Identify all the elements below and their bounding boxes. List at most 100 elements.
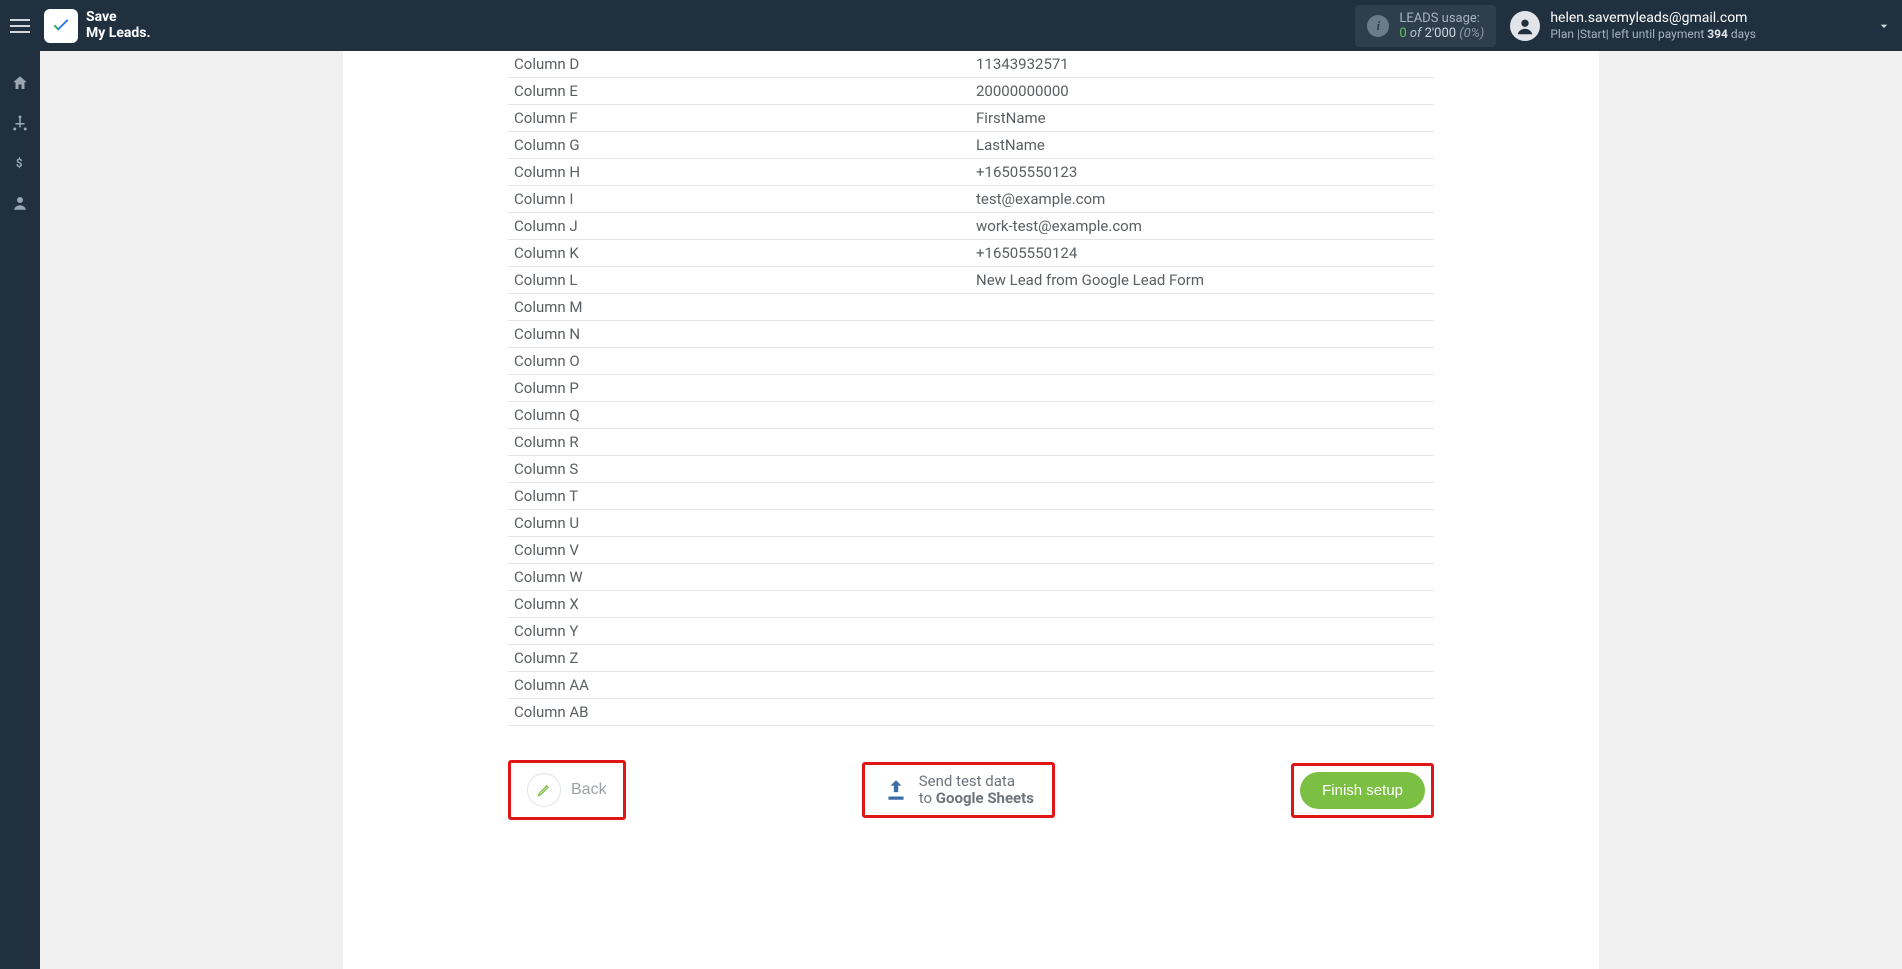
column-key: Column U [508, 510, 970, 536]
send-test-target: Google Sheets [936, 789, 1034, 807]
brand-logo[interactable] [44, 9, 78, 43]
brand-line1: Save [86, 9, 117, 25]
table-row: Column W [508, 564, 1434, 591]
leads-label: LEADS usage: [1399, 11, 1484, 26]
back-button[interactable]: Back [517, 769, 617, 811]
table-row: Column D11343932571 [508, 51, 1434, 78]
column-value [970, 618, 1434, 644]
table-row: Column K+16505550124 [508, 240, 1434, 267]
plan-days: 394 [1707, 27, 1728, 41]
table-row: Column Y [508, 618, 1434, 645]
table-row: Column O [508, 348, 1434, 375]
column-value [970, 672, 1434, 698]
column-value: FirstName [970, 105, 1434, 131]
column-value [970, 591, 1434, 617]
table-row: Column N [508, 321, 1434, 348]
column-value: +16505550123 [970, 159, 1434, 185]
send-test-line1: Send test data [919, 773, 1034, 790]
column-key: Column D [508, 51, 970, 77]
column-key: Column AB [508, 699, 970, 725]
column-value [970, 510, 1434, 536]
table-row: Column E20000000000 [508, 78, 1434, 105]
table-row: Column Jwork-test@example.com [508, 213, 1434, 240]
highlight-send-test: Send test data to Google Sheets [862, 762, 1055, 819]
user-plan: Plan |Start| left until payment 394 days [1550, 27, 1756, 41]
brand-line2: My Leads. [86, 26, 151, 41]
sidebar: $ [0, 51, 40, 969]
send-test-prefix: to [919, 789, 936, 807]
column-value [970, 564, 1434, 590]
leads-percent: (0%) [1456, 26, 1484, 41]
leads-usage-badge[interactable]: i LEADS usage: 0 of 2'000 (0%) [1355, 5, 1496, 47]
column-key: Column H [508, 159, 970, 185]
connections-icon[interactable] [10, 113, 30, 133]
table-row: Column P [508, 375, 1434, 402]
column-key: Column Z [508, 645, 970, 671]
table-row: Column Z [508, 645, 1434, 672]
column-value: test@example.com [970, 186, 1434, 212]
column-key: Column O [508, 348, 970, 374]
billing-icon[interactable]: $ [10, 153, 30, 173]
column-key: Column P [508, 375, 970, 401]
svg-text:$: $ [16, 156, 23, 170]
column-key: Column L [508, 267, 970, 293]
column-value [970, 456, 1434, 482]
column-key: Column E [508, 78, 970, 104]
highlight-finish: Finish setup [1291, 763, 1434, 818]
table-row: Column LNew Lead from Google Lead Form [508, 267, 1434, 294]
column-value: New Lead from Google Lead Form [970, 267, 1434, 293]
column-value [970, 348, 1434, 374]
leads-current: 0 [1399, 26, 1406, 41]
leads-total: 2'000 [1425, 26, 1457, 41]
setup-panel: Column D11343932571Column E20000000000Co… [343, 51, 1599, 969]
column-key: Column I [508, 186, 970, 212]
column-key: Column G [508, 132, 970, 158]
table-row: Column Itest@example.com [508, 186, 1434, 213]
column-key: Column J [508, 213, 970, 239]
column-value [970, 645, 1434, 671]
column-value: LastName [970, 132, 1434, 158]
column-value [970, 321, 1434, 347]
column-key: Column Y [508, 618, 970, 644]
column-value [970, 699, 1434, 725]
table-row: Column X [508, 591, 1434, 618]
back-label: Back [571, 781, 607, 799]
table-row: Column T [508, 483, 1434, 510]
table-row: Column R [508, 429, 1434, 456]
column-key: Column W [508, 564, 970, 590]
column-key: Column K [508, 240, 970, 266]
table-row: Column V [508, 537, 1434, 564]
upload-icon [883, 777, 909, 803]
table-row: Column M [508, 294, 1434, 321]
home-icon[interactable] [10, 73, 30, 93]
highlight-back: Back [508, 760, 626, 820]
table-row: Column AA [508, 672, 1434, 699]
finish-setup-button[interactable]: Finish setup [1300, 772, 1425, 809]
top-bar: Save My Leads. i LEADS usage: 0 of 2'000… [0, 0, 1902, 51]
column-mapping-table: Column D11343932571Column E20000000000Co… [508, 51, 1434, 726]
column-value [970, 402, 1434, 428]
column-key: Column AA [508, 672, 970, 698]
column-value [970, 483, 1434, 509]
plan-days-suffix: days [1728, 27, 1756, 41]
column-key: Column S [508, 456, 970, 482]
main-content: Column D11343932571Column E20000000000Co… [40, 51, 1902, 969]
avatar-icon [1510, 11, 1540, 41]
column-value: work-test@example.com [970, 213, 1434, 239]
column-key: Column Q [508, 402, 970, 428]
account-icon[interactable] [10, 193, 30, 213]
chevron-down-icon[interactable] [1876, 18, 1892, 34]
column-key: Column M [508, 294, 970, 320]
send-test-data-button[interactable]: Send test data to Google Sheets [871, 771, 1046, 810]
column-value [970, 429, 1434, 455]
table-row: Column U [508, 510, 1434, 537]
column-value [970, 294, 1434, 320]
plan-mid: | left until payment [1606, 27, 1708, 41]
column-key: Column V [508, 537, 970, 563]
column-value: +16505550124 [970, 240, 1434, 266]
table-row: Column H+16505550123 [508, 159, 1434, 186]
menu-toggle-icon[interactable] [10, 14, 34, 38]
pencil-icon [527, 773, 561, 807]
user-menu[interactable]: helen.savemyleads@gmail.com Plan |Start|… [1510, 10, 1756, 41]
column-key: Column N [508, 321, 970, 347]
